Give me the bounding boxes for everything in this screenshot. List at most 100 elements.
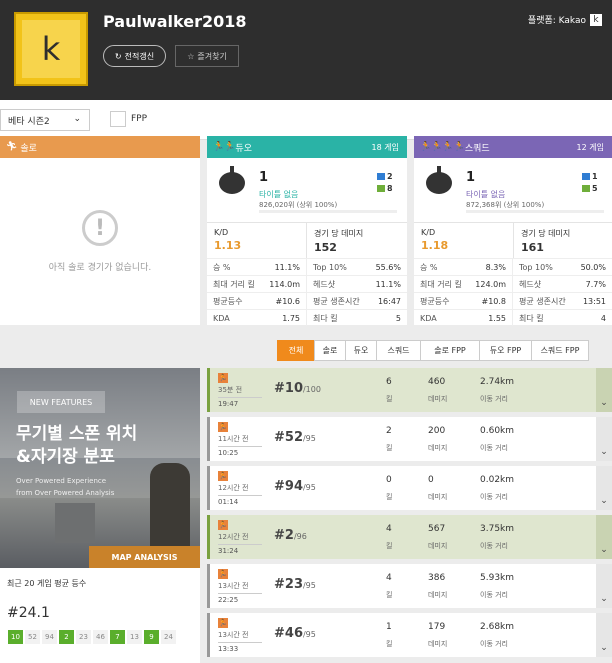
damage-value: 161 — [521, 241, 544, 254]
favorite-button[interactable]: ☆ 즐겨찾기 — [175, 45, 239, 67]
refresh-button[interactable]: ↻ 전적갱신 — [103, 45, 166, 67]
rank-chip: 52 — [25, 630, 40, 644]
solo-title: 솔로 — [20, 143, 37, 154]
solo-mode-icon: 🏃 — [218, 373, 228, 383]
banner-headline: 무기별 스폰 위치 &자기장 분포 — [16, 423, 196, 469]
stat-value: 1.55 — [488, 313, 506, 323]
pan-body — [219, 172, 245, 194]
squad-damage: 경기 당 데미지 161 — [514, 222, 612, 258]
stat-row: KDA 1.55 최다 킬 4 — [414, 309, 612, 326]
match-row[interactable]: 🏃 35분 전 19:47 #10/100 6 킬 460 데미지 2.74km 이동 거리 ⌄ — [207, 368, 612, 412]
damage-label: 데미지 — [428, 640, 448, 648]
distance-label: 이동 거리 — [480, 444, 508, 452]
season-value: 베타 시즌2 — [8, 116, 50, 127]
place-value: #46 — [274, 626, 303, 641]
chevron-down-icon[interactable]: ⌄ — [596, 613, 612, 657]
match-kills: 4 — [386, 524, 392, 534]
match-row[interactable]: 🏃 12시간 전 01:14 #94/95 0 킬 0 데미지 0.02km 이동 거리 ⌄ — [207, 466, 612, 510]
average-value: #24.1 — [7, 605, 50, 621]
damage-label: 경기 당 데미지 — [314, 229, 364, 238]
rank-chip: 24 — [161, 630, 176, 644]
match-distance: 2.68km — [480, 622, 515, 632]
fpp-toggle[interactable]: FPP — [110, 111, 147, 127]
stat-value: 114.0m — [269, 279, 300, 289]
match-damage: 200 — [428, 426, 446, 436]
chevron-down-icon[interactable]: ⌄ — [596, 466, 612, 510]
tab-4[interactable]: 솔로 FPP — [420, 340, 480, 361]
match-time: 13:33 — [218, 645, 239, 653]
fpp-checkbox[interactable] — [110, 111, 126, 127]
rank-chip: 13 — [127, 630, 142, 644]
recent-ranks: 10 52 94 2 23 46 7 13 9 24 — [8, 630, 176, 644]
squad-mini-1: 1 — [582, 170, 600, 182]
match-row[interactable]: 🏃 11시간 전 10:25 #52/95 2 킬 200 데미지 0.60km 이동 거리 ⌄ — [207, 417, 612, 461]
place-value: #52 — [274, 430, 303, 445]
match-place: #94/95 — [274, 479, 316, 494]
match-time: 01:14 — [218, 498, 239, 506]
stat-cell: 최다 킬 4 — [513, 310, 612, 326]
tab-2[interactable]: 듀오 — [345, 340, 377, 361]
match-distance: 2.74km — [480, 377, 515, 387]
match-ago: 12시간 전 — [218, 533, 249, 541]
stat-cell: 승 % 11.1% — [207, 259, 307, 275]
stat-row: 승 % 11.1% Top 10% 55.6% — [207, 258, 407, 275]
map-analysis-button[interactable]: MAP ANALYSIS — [89, 546, 200, 568]
tab-6[interactable]: 스쿼드 FPP — [531, 340, 589, 361]
rank-chip: 94 — [42, 630, 57, 644]
kills-label: 킬 — [386, 395, 393, 403]
stat-value: 11.1% — [375, 279, 401, 289]
match-place: #10/100 — [274, 381, 321, 396]
kd-value: 1.13 — [214, 239, 242, 252]
kills-label: 킬 — [386, 640, 393, 648]
duo-mini-1-value: 2 — [387, 171, 393, 181]
match-damage: 179 — [428, 622, 446, 632]
season-select[interactable]: 베타 시즌2 ⌄ — [0, 109, 90, 131]
tab-3[interactable]: 스쿼드 — [376, 340, 421, 361]
kills-label: 킬 — [386, 493, 393, 501]
kills-label: 킬 — [386, 444, 393, 452]
chevron-down-icon[interactable]: ⌄ — [596, 417, 612, 461]
map-analysis-banner[interactable]: NEW FEATURES 무기별 스폰 위치 &자기장 분포 Over Power… — [0, 368, 200, 568]
squad-games: 12 게임 — [576, 142, 604, 152]
match-damage: 460 — [428, 377, 446, 387]
distance-label: 이동 거리 — [480, 542, 508, 550]
stat-cell: 헤드샷 11.1% — [307, 276, 407, 292]
stat-value: #10.8 — [481, 296, 506, 306]
match-row[interactable]: 🏃 13시간 전 22:25 #23/95 4 킬 386 데미지 5.93km 이동 거리 ⌄ — [207, 564, 612, 608]
stat-value: 55.6% — [375, 262, 401, 272]
banner-building — [55, 503, 95, 543]
tab-1[interactable]: 솔로 — [314, 340, 346, 361]
refresh-label: 전적갱신 — [124, 51, 155, 61]
solo-mode-icon: 🏃 — [218, 422, 228, 432]
stat-label: 헤드샷 — [519, 279, 542, 289]
duo-progress-bar — [259, 210, 397, 213]
kd-value: 1.18 — [421, 239, 449, 252]
squad-stats-grid: 승 % 8.3% Top 10% 50.0% 최대 거리 킬 124.0m 헤드샷 7.7% 평… — [414, 258, 612, 326]
match-row[interactable]: 🏃 12시간 전 31:24 #2/96 4 킬 567 데미지 3.75km 이동 거리 ⌄ — [207, 515, 612, 559]
match-divider — [218, 495, 262, 496]
match-place: #46/95 — [274, 626, 316, 641]
duo-header: 🏃🏃 듀오 18 게임 — [207, 136, 407, 158]
match-place: #23/95 — [274, 577, 316, 592]
match-divider — [218, 593, 262, 594]
stat-value: 124.0m — [475, 279, 506, 289]
banner-sub-1: Over Powered Experience — [16, 477, 107, 485]
tab-5[interactable]: 듀오 FPP — [479, 340, 532, 361]
stat-value: 5 — [395, 313, 401, 323]
distance-label: 이동 거리 — [480, 591, 508, 599]
duo-points: 826,020위 (상위 100%) — [259, 201, 338, 209]
duo-rank: 1 — [259, 170, 269, 185]
match-distance: 5.93km — [480, 573, 515, 583]
stat-value: 8.3% — [485, 262, 506, 272]
chevron-down-icon[interactable]: ⌄ — [596, 368, 612, 412]
chevron-down-icon[interactable]: ⌄ — [596, 515, 612, 559]
duo-mini-stats: 28 — [377, 170, 395, 194]
damage-label: 데미지 — [428, 591, 448, 599]
duo-icon: 🏃🏃 — [213, 142, 236, 152]
match-row[interactable]: 🏃 13시간 전 13:33 #46/95 1 킬 179 데미지 2.68km 이동 거리 ⌄ — [207, 613, 612, 657]
favorite-label: 즐겨찾기 — [197, 51, 227, 61]
tab-0[interactable]: 전체 — [277, 340, 315, 361]
match-place: #2/96 — [274, 528, 307, 543]
chevron-down-icon[interactable]: ⌄ — [596, 564, 612, 608]
duo-games: 18 게임 — [371, 142, 399, 152]
